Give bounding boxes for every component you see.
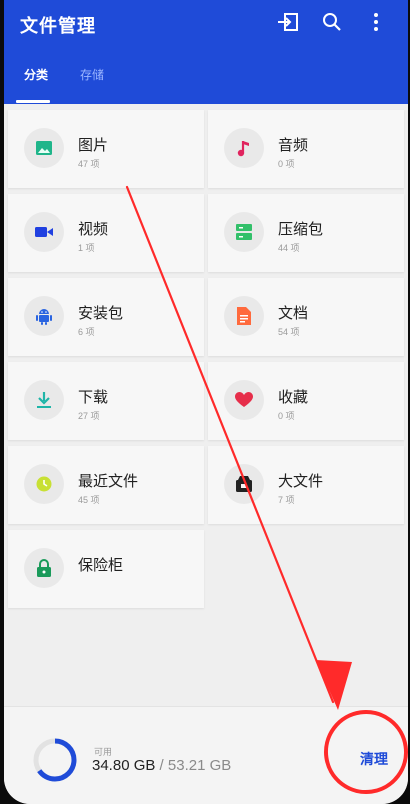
search-button[interactable]	[318, 8, 346, 36]
category-audio[interactable]: 音频 0 项	[208, 110, 404, 188]
import-button[interactable]	[274, 8, 302, 36]
video-icon	[35, 227, 53, 237]
heart-icon	[235, 392, 253, 407]
app-title: 文件管理	[20, 16, 96, 36]
tab-storage[interactable]: 存储	[80, 66, 104, 83]
category-name: 文档	[278, 305, 309, 322]
document-icon	[237, 307, 251, 325]
category-count: 45 项	[78, 495, 100, 505]
category-count: 54 项	[278, 327, 300, 337]
storage-total: 53.21 GB	[167, 757, 232, 774]
music-note-icon	[237, 141, 249, 157]
download-icon	[37, 392, 51, 408]
import-icon	[278, 13, 298, 31]
more-vert-icon	[374, 13, 378, 31]
category-apks[interactable]: 安装包 6 项	[8, 278, 204, 356]
more-options-button[interactable]	[362, 8, 390, 36]
category-name: 最近文件	[78, 473, 139, 490]
clean-button[interactable]: 清理	[360, 749, 388, 769]
category-video[interactable]: 视频 1 项	[8, 194, 204, 272]
category-count: 0 项	[278, 411, 295, 421]
category-documents[interactable]: 文档 54 项	[208, 278, 404, 356]
recent-icon	[36, 476, 52, 492]
category-count: 1 项	[78, 243, 95, 253]
category-safe[interactable]: 保险柜	[8, 530, 204, 608]
archive-icon	[236, 224, 252, 240]
tab-indicator	[16, 100, 50, 103]
storage-ring-chart	[33, 738, 77, 782]
category-large-files[interactable]: 大文件 7 项	[208, 446, 404, 524]
category-recent[interactable]: 最近文件 45 项	[8, 446, 204, 524]
app-bar: 文件管理 分类 存储	[4, 0, 408, 104]
tab-categories[interactable]: 分类	[24, 66, 48, 83]
category-count: 27 项	[78, 411, 100, 421]
category-archives[interactable]: 压缩包 44 项	[208, 194, 404, 272]
search-icon	[323, 13, 341, 31]
storage-separator: /	[155, 757, 168, 774]
category-name: 安装包	[78, 305, 124, 322]
category-name: 音频	[278, 137, 309, 154]
large-file-icon	[236, 476, 252, 492]
storage-summary-bar: 可用 34.80 GB / 53.21 GB 清理	[4, 706, 408, 804]
storage-readout: 34.80 GB / 53.21 GB	[92, 757, 231, 774]
category-name: 图片	[78, 137, 109, 154]
android-icon	[36, 309, 52, 325]
category-count: 6 项	[78, 327, 95, 337]
category-count: 7 项	[278, 495, 295, 505]
category-name: 视频	[78, 221, 109, 238]
image-icon	[36, 141, 52, 155]
lock-icon	[37, 559, 51, 577]
category-count: 44 项	[278, 243, 300, 253]
category-name: 大文件	[278, 473, 324, 490]
category-count: 0 项	[278, 159, 295, 169]
category-downloads[interactable]: 下载 27 项	[8, 362, 204, 440]
category-favorites[interactable]: 收藏 0 项	[208, 362, 404, 440]
category-name: 保险柜	[78, 557, 124, 574]
category-name: 压缩包	[278, 221, 324, 238]
category-name: 收藏	[278, 389, 309, 406]
category-name: 下载	[78, 389, 109, 406]
category-count: 47 项	[78, 159, 100, 169]
category-images[interactable]: 图片 47 项	[8, 110, 204, 188]
storage-used: 34.80 GB	[92, 757, 156, 774]
file-manager-screen: 文件管理 分类 存储 图片 47 项 音频 0 项 视频 1 项 压缩包 44 …	[4, 0, 408, 804]
